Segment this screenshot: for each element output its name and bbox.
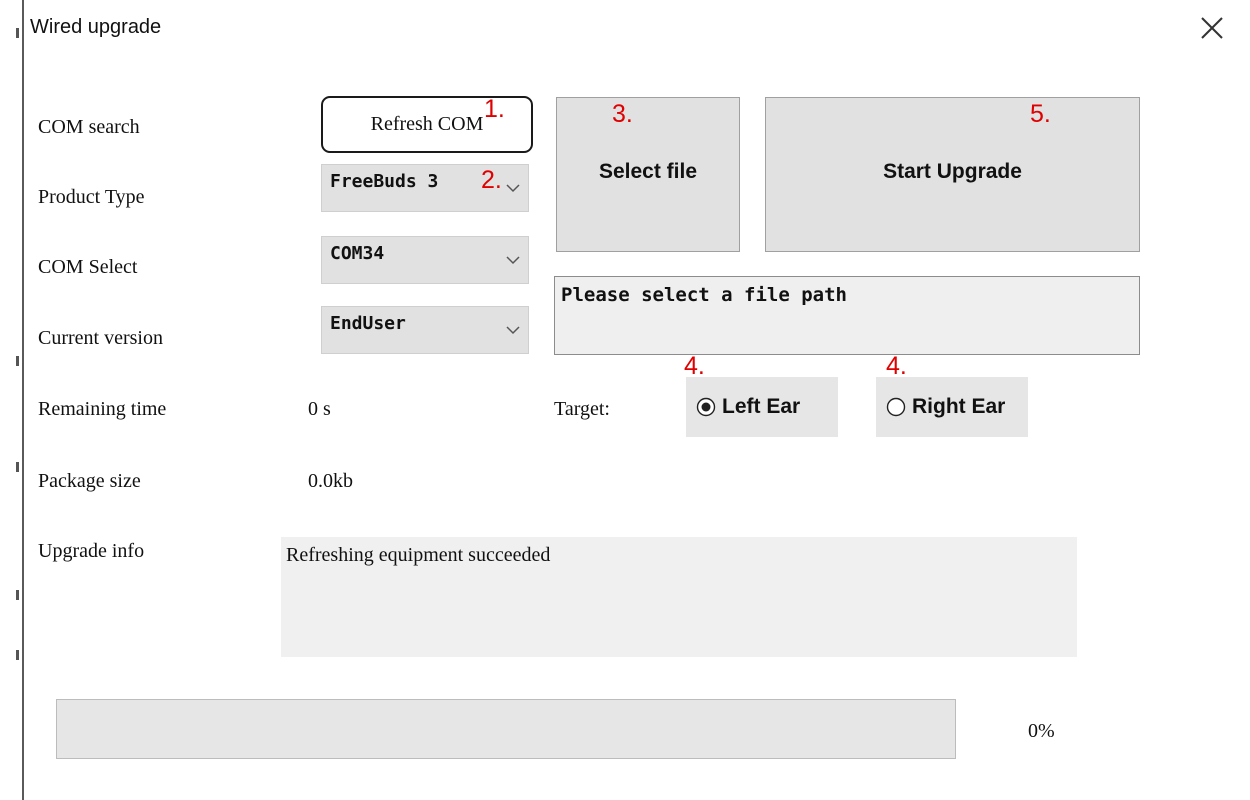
radio-selected-icon <box>696 397 716 417</box>
annotation-2: 2. <box>481 166 502 194</box>
remaining-time-label: Remaining time <box>38 398 167 420</box>
current-version-select[interactable]: EndUser <box>321 306 529 354</box>
com-search-label: COM search <box>38 116 140 138</box>
annotation-3: 3. <box>612 100 633 128</box>
current-version-label: Current version <box>38 327 163 349</box>
edge-tick <box>16 356 19 366</box>
upgrade-info-label: Upgrade info <box>38 540 145 562</box>
chevron-down-icon <box>506 326 520 335</box>
annotation-4-right: 4. <box>886 352 907 380</box>
edge-tick <box>16 28 19 38</box>
package-size-label: Package size <box>38 470 141 492</box>
file-path-field[interactable]: Please select a file path <box>554 276 1140 355</box>
package-size-value: 0.0kb <box>308 470 353 492</box>
close-icon <box>1201 17 1223 39</box>
annotation-1: 1. <box>484 95 505 123</box>
right-ear-radio[interactable]: Right Ear <box>876 377 1028 437</box>
current-version-value: EndUser <box>330 313 406 334</box>
com-select-label: COM Select <box>38 256 138 278</box>
product-type-value: FreeBuds 3 <box>330 171 439 192</box>
com-select-select[interactable]: COM34 <box>321 236 529 284</box>
select-file-button[interactable]: Select file <box>556 97 740 252</box>
edge-tick <box>16 650 19 660</box>
right-ear-label: Right Ear <box>912 395 1006 418</box>
edge-tick <box>16 462 19 472</box>
left-ear-label: Left Ear <box>722 395 801 418</box>
annotation-5: 5. <box>1030 100 1051 128</box>
window-left-edge <box>22 0 24 800</box>
product-type-label: Product Type <box>38 186 145 208</box>
close-button[interactable] <box>1196 12 1228 44</box>
remaining-time-value: 0 s <box>308 398 331 420</box>
progress-percent: 0% <box>1028 720 1055 742</box>
edge-tick <box>16 590 19 600</box>
start-upgrade-label: Start Upgrade <box>883 160 1022 183</box>
annotation-4-left: 4. <box>684 352 705 380</box>
com-select-value: COM34 <box>330 243 385 264</box>
upgrade-progress-bar <box>56 699 956 759</box>
chevron-down-icon <box>506 184 520 193</box>
target-label: Target: <box>554 398 610 420</box>
chevron-down-icon <box>506 256 520 265</box>
window-title: Wired upgrade <box>30 16 162 38</box>
left-ear-radio[interactable]: Left Ear <box>686 377 838 437</box>
radio-unselected-icon <box>886 397 906 417</box>
start-upgrade-button[interactable]: Start Upgrade <box>765 97 1140 252</box>
select-file-label: Select file <box>598 160 698 183</box>
upgrade-info-box: Refreshing equipment succeeded <box>281 537 1077 657</box>
